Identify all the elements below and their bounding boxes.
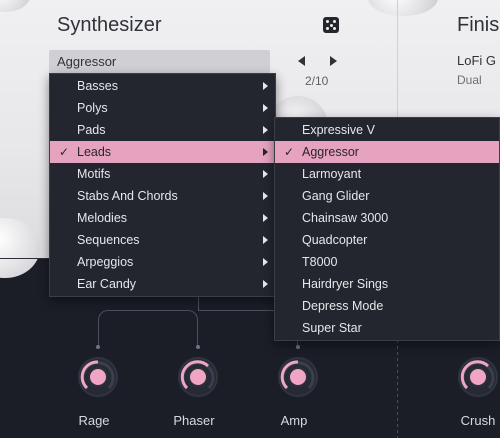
menu-item-melodies[interactable]: Melodies (50, 207, 275, 229)
chevron-right-icon (263, 258, 268, 266)
chevron-right-icon (263, 192, 268, 200)
menu-item-label: Super Star (302, 321, 362, 335)
menu-item-sequences[interactable]: Sequences (50, 229, 275, 251)
menu-item-motifs[interactable]: Motifs (50, 163, 275, 185)
crush-knob[interactable] (458, 357, 498, 397)
chevron-right-icon (263, 82, 268, 90)
menu-item-label: Gang Glider (302, 189, 370, 203)
menu-item-gang-glider[interactable]: Gang Glider (275, 185, 499, 207)
chevron-right-icon (263, 280, 268, 288)
menu-item-t8000[interactable]: T8000 (275, 251, 499, 273)
menu-item-ear-candy[interactable]: Ear Candy (50, 273, 275, 295)
check-icon: ✓ (284, 145, 295, 159)
menu-item-label: Stabs And Chords (77, 189, 178, 203)
macro-wire (198, 296, 199, 310)
amp-label: Amp (280, 413, 308, 428)
menu-item-super-star[interactable]: Super Star (275, 317, 499, 339)
rage-label: Rage (78, 413, 110, 428)
menu-item-pads[interactable]: Pads (50, 119, 275, 141)
amp-knob[interactable] (278, 357, 318, 397)
menu-item-label: Quadcopter (302, 233, 368, 247)
menu-item-label: Pads (77, 123, 106, 137)
phaser-knob[interactable] (178, 357, 218, 397)
menu-item-label: Aggressor (302, 145, 359, 159)
chevron-right-icon (263, 170, 268, 178)
finish-preset[interactable]: LoFi G (457, 53, 496, 68)
menu-item-polys[interactable]: Polys (50, 97, 275, 119)
macro-wire (98, 310, 198, 348)
preset-submenu: Expressive V ✓ Aggressor Larmoyant Gang G… (274, 117, 500, 341)
previous-preset-icon[interactable] (298, 56, 305, 66)
menu-item-label: Melodies (77, 211, 128, 225)
chevron-right-icon (263, 104, 268, 112)
menu-item-chainsaw-3000[interactable]: Chainsaw 3000 (275, 207, 499, 229)
menu-item-label: Arpeggios (77, 255, 134, 269)
finish-mode[interactable]: Dual (457, 73, 482, 87)
menu-item-expressive-v[interactable]: Expressive V (275, 119, 499, 141)
menu-item-label: T8000 (302, 255, 338, 269)
category-menu: Basses Polys Pads ✓ Leads Motifs Stabs An… (49, 73, 276, 297)
check-icon: ✓ (59, 145, 70, 159)
menu-item-label: Motifs (77, 167, 111, 181)
crush-label: Crush (460, 413, 496, 428)
menu-item-label: Expressive V (302, 123, 375, 137)
menu-item-larmoyant[interactable]: Larmoyant (275, 163, 499, 185)
menu-item-depress-mode[interactable]: Depress Mode (275, 295, 499, 317)
menu-item-arpeggios[interactable]: Arpeggios (50, 251, 275, 273)
menu-item-label: Ear Candy (77, 277, 137, 291)
chevron-right-icon (263, 236, 268, 244)
menu-item-label: Chainsaw 3000 (302, 211, 389, 225)
chevron-right-icon (263, 126, 268, 134)
menu-item-hairdryer-sings[interactable]: Hairdryer Sings (275, 273, 499, 295)
menu-item-label: Sequences (77, 233, 140, 247)
synth-title: Synthesizer (57, 14, 162, 36)
dashed-divider (397, 340, 398, 438)
menu-item-basses[interactable]: Basses (50, 75, 275, 97)
chevron-right-icon (263, 214, 268, 222)
plugin-window: Synthesizer Finis LoFi G Dual Aggressor … (0, 0, 500, 438)
connection-dot (196, 345, 200, 349)
phaser-label: Phaser (173, 413, 215, 428)
menu-item-label: Basses (77, 79, 118, 93)
connection-dot (296, 345, 300, 349)
menu-item-stabs-and-chords[interactable]: Stabs And Chords (50, 185, 275, 207)
menu-item-label: Leads (77, 145, 112, 159)
preset-name[interactable]: Aggressor (57, 54, 116, 69)
chevron-right-icon (263, 148, 268, 156)
menu-item-label: Polys (77, 101, 108, 115)
menu-item-aggressor[interactable]: ✓ Aggressor (275, 141, 499, 163)
preset-counter: 2/10 (305, 74, 329, 88)
menu-item-leads[interactable]: ✓ Leads (50, 141, 275, 163)
menu-item-label: Depress Mode (302, 299, 384, 313)
next-preset-icon[interactable] (330, 56, 337, 66)
menu-item-label: Hairdryer Sings (302, 277, 389, 291)
menu-item-label: Larmoyant (302, 167, 362, 181)
menu-item-quadcopter[interactable]: Quadcopter (275, 229, 499, 251)
rage-knob[interactable] (78, 357, 118, 397)
dice-icon[interactable] (323, 17, 339, 33)
finish-title: Finis (457, 14, 500, 36)
connection-dot (96, 345, 100, 349)
